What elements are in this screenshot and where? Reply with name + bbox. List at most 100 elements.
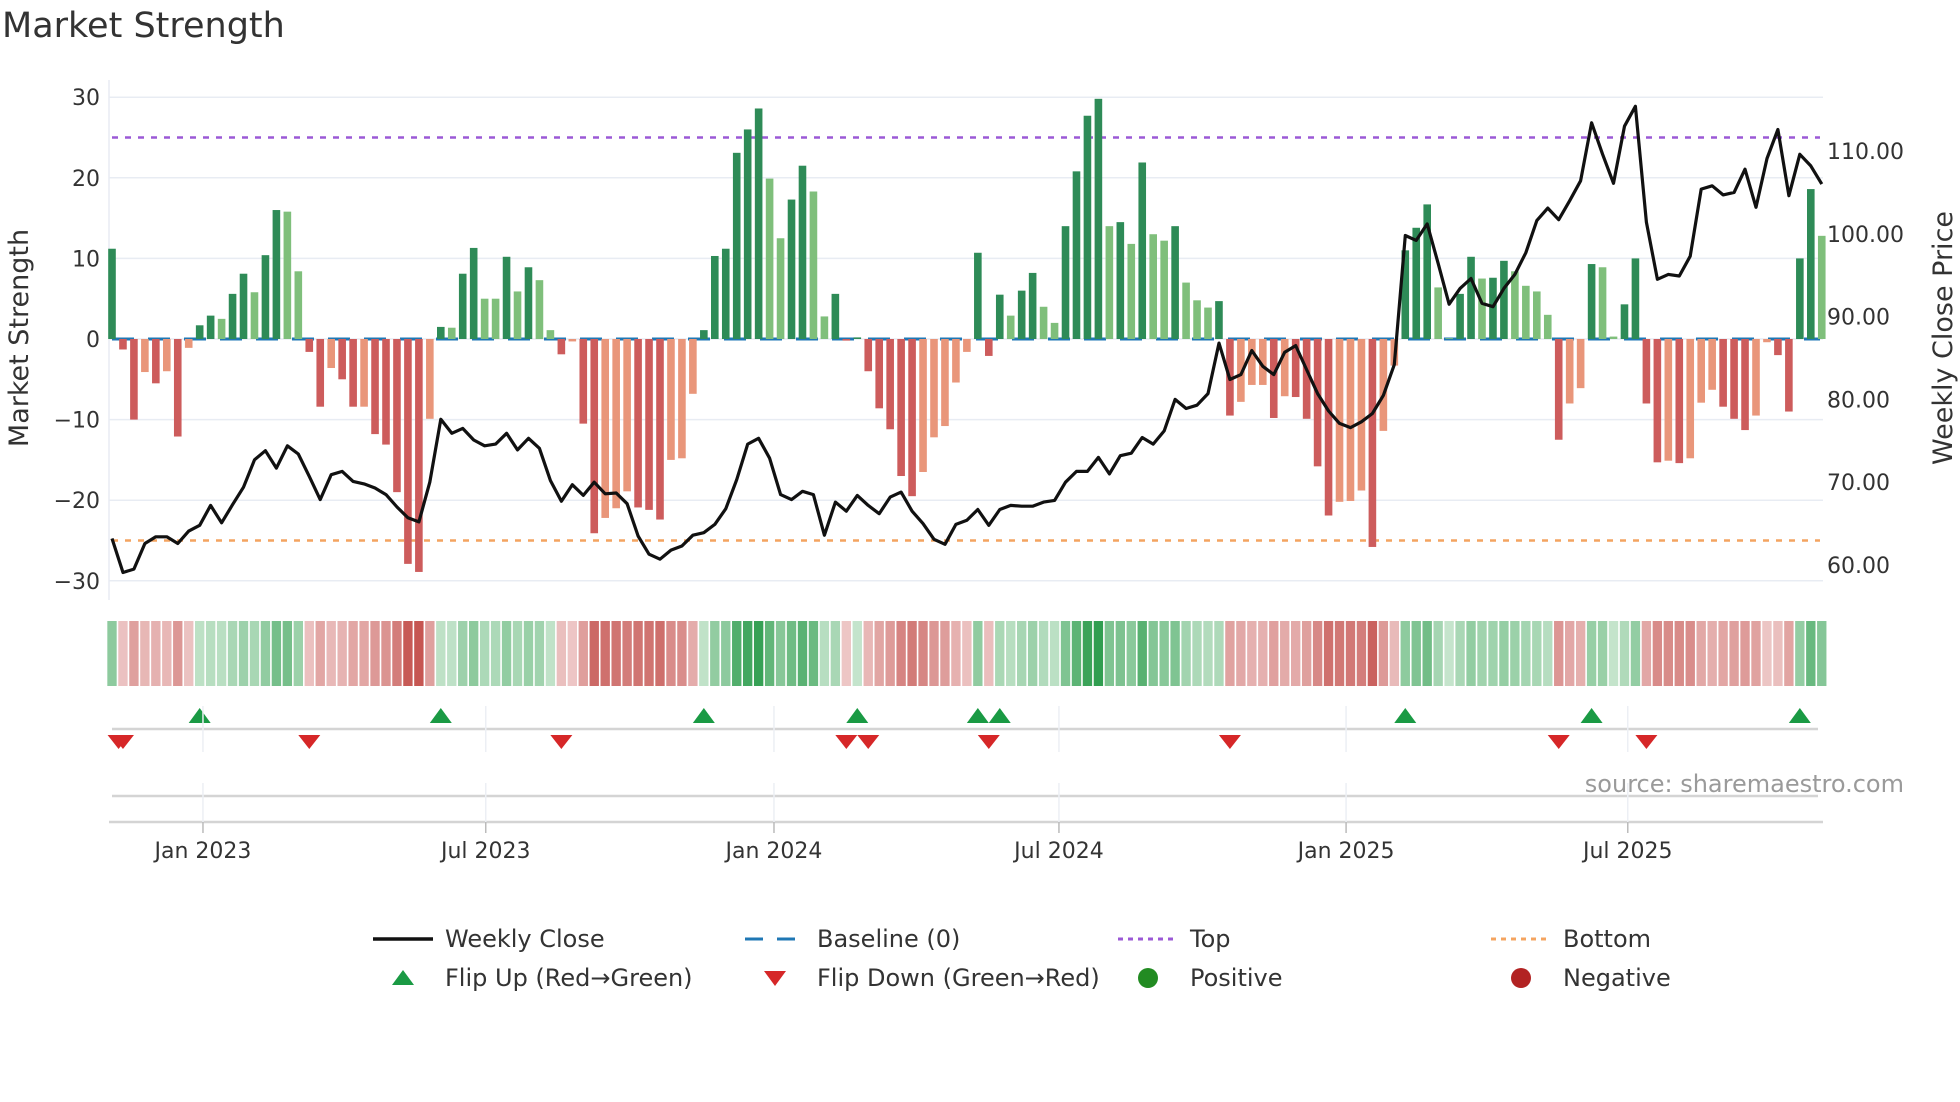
heat-cell [1817,621,1827,686]
strength-bar [305,339,314,352]
heat-cell [523,621,534,686]
heat-cell [1378,621,1389,686]
strength-bar [930,339,938,438]
heat-cell [973,621,983,686]
strength-bar [1522,285,1530,339]
strength-bar [535,280,544,339]
left-axis-ticks: 30 20 10 0 −10 −20 −30 [54,86,100,595]
heat-cell [567,621,577,686]
strength-bar [1215,301,1223,339]
heat-cell [885,621,895,686]
strength-bar [667,339,675,460]
heat-cell [1159,621,1169,686]
heat-cell [1027,621,1038,686]
y2-axis-label: Weekly Close Price [1928,211,1959,465]
heat-cell [1565,621,1575,686]
circle-green-icon [1118,968,1178,988]
strength-bar [678,339,686,459]
heat-cell [1532,621,1542,686]
strength-bar [250,292,259,339]
heat-cell [1586,621,1597,686]
strength-bar [349,339,357,407]
heat-cell [863,621,873,686]
strength-bar [853,337,862,339]
heat-cell [1784,621,1794,686]
heat-cell [1806,621,1816,686]
heat-cell [1696,621,1706,686]
strength-bar [469,247,478,339]
strength-bar [1785,339,1793,412]
y-tick-label: 20 [72,167,100,192]
flip-down-marker [835,735,858,749]
strength-bar [217,318,226,339]
heat-cell [1280,621,1290,686]
strength-bar [228,293,237,339]
strength-bar [404,339,412,564]
strength-bar [1248,339,1256,385]
heat-cell [1521,621,1531,686]
strength-bar [1094,98,1103,339]
strength-bar [1456,293,1464,339]
legend-label: Positive [1190,964,1283,992]
strength-bar [1028,272,1037,339]
strength-bar [1763,339,1771,343]
heat-cell [1466,621,1476,686]
heat-cell [227,621,238,686]
heat-cell [326,621,336,686]
strength-bar [1543,314,1552,339]
strength-bar [1445,338,1453,339]
strength-bar [1280,339,1289,397]
heat-cell [1762,621,1772,686]
x-tick-label: Jan 2025 [1296,839,1395,864]
heat-cell [1685,621,1695,686]
flip-up-marker [1580,708,1603,723]
heat-cell [1773,621,1783,686]
strength-bar [108,248,116,339]
heat-cell [1060,621,1071,686]
heat-cell [797,621,808,686]
strength-bar [1116,222,1125,339]
strength-bar [963,339,971,352]
strength-bar [645,339,653,510]
right-axis-ticks: 110.00 100.00 90.00 80.00 70.00 60.00 [1827,140,1904,579]
heat-cell [1718,621,1728,686]
strength-bar [568,339,577,342]
y-tick-label: 30 [72,86,100,111]
heat-cell [315,621,325,686]
x-tick-label: Jul 2025 [1581,839,1673,864]
y2-tick-label: 80.00 [1827,388,1890,413]
strength-bar [1083,115,1092,339]
strength-bar [1741,339,1749,431]
heat-cell [1630,621,1641,686]
heat-cell [819,621,830,686]
heat-cell [1225,621,1235,686]
strength-bar [283,211,292,339]
heat-cell [1356,621,1367,686]
heat-cell [896,621,906,686]
strength-bar [458,273,467,339]
strength-bar [656,339,664,520]
heat-cell [403,621,413,686]
heat-cell [1115,621,1125,686]
strength-bar [195,325,204,339]
strength-bar [875,339,883,409]
heat-cell [392,621,402,686]
legend-negative: Negative [1491,964,1671,992]
strength-bar [382,339,390,445]
heat-cell [753,621,764,686]
strength-bar [1653,339,1662,463]
flip-down-marker [857,735,880,749]
heat-cell [1093,621,1104,686]
flip-down-marker [1635,735,1658,749]
strength-bar [415,339,423,572]
heat-cell [1477,621,1487,686]
heat-cell [107,621,117,686]
strength-bar [612,339,620,509]
strength-bar [1346,339,1355,502]
strength-bar [1127,243,1136,339]
flip-down-marker [1218,735,1241,749]
flip-up-marker [988,708,1011,723]
strength-bar [820,316,829,339]
strength-bar [239,273,248,339]
heat-cell [764,621,775,686]
